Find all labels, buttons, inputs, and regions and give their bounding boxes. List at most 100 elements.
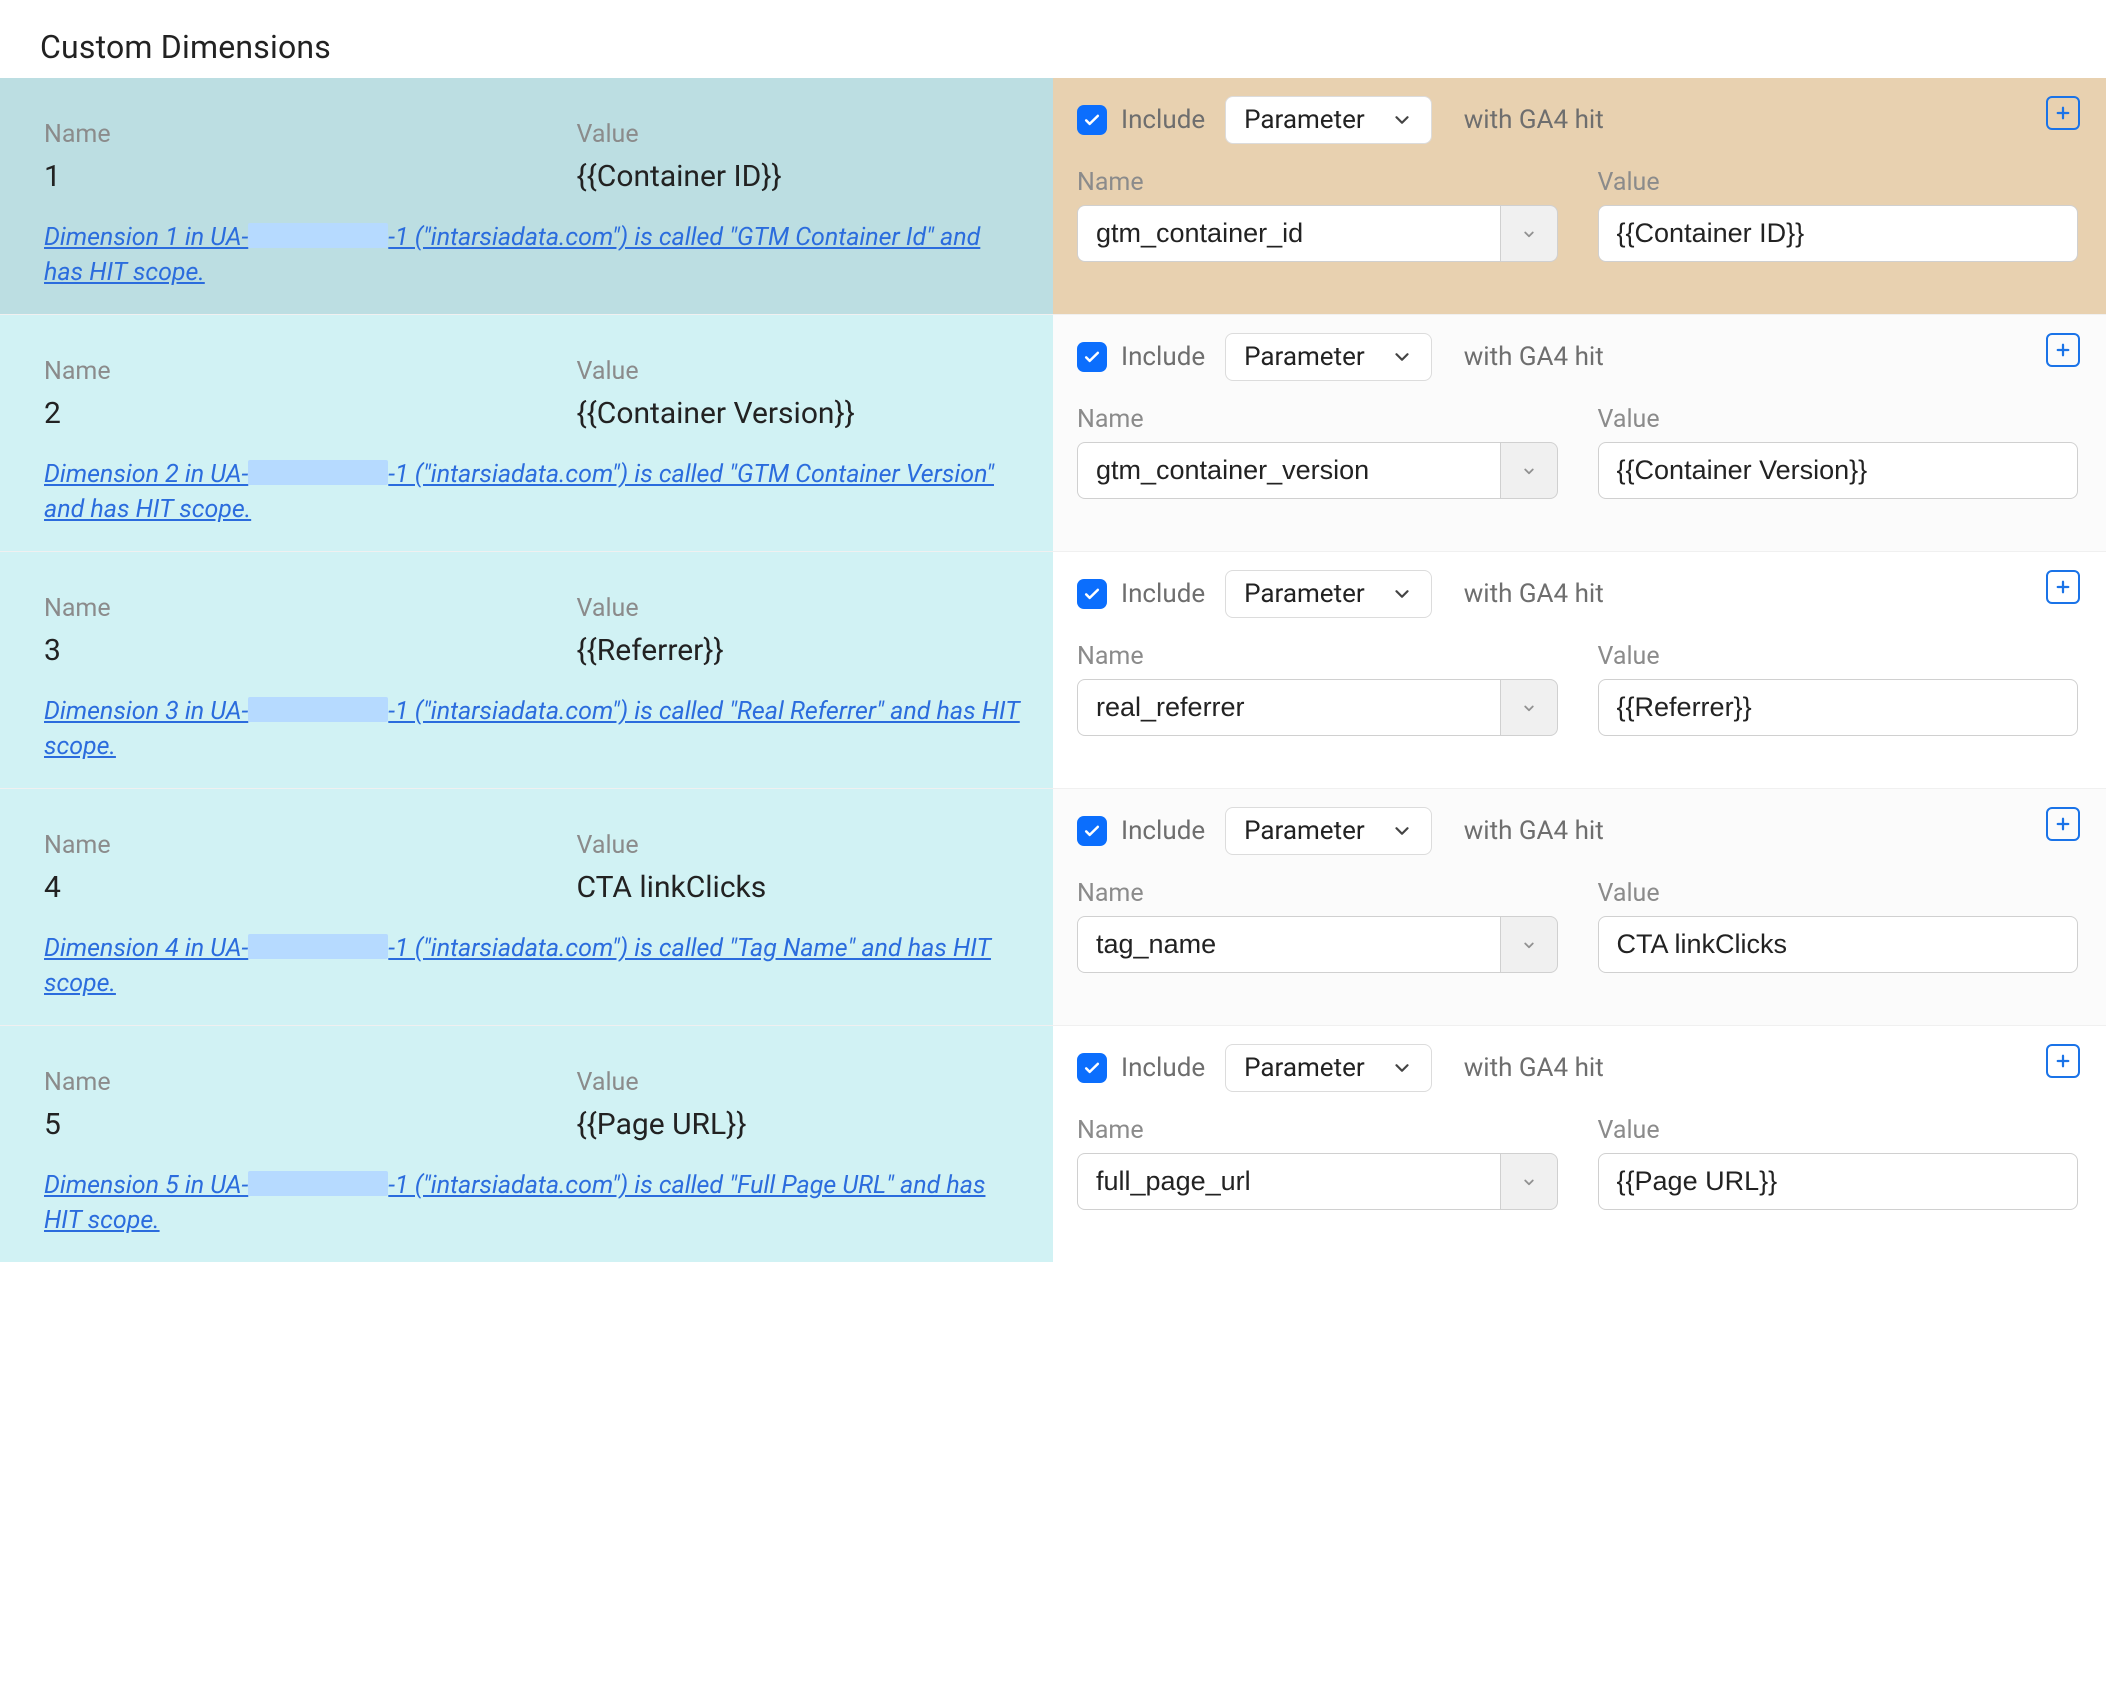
param-name-dropdown[interactable] xyxy=(1500,916,1558,973)
chevron-down-icon xyxy=(1391,583,1413,605)
left-value-value: {{Page URL}} xyxy=(577,1107,1030,1142)
param-name-input[interactable] xyxy=(1077,442,1500,499)
param-name-dropdown[interactable] xyxy=(1500,1153,1558,1210)
param-type-select[interactable]: Parameter xyxy=(1225,333,1432,381)
redacted-ua-id xyxy=(248,460,388,485)
include-checkbox[interactable] xyxy=(1077,105,1107,135)
redacted-ua-id xyxy=(248,934,388,959)
dimension-right-panel: Include Parameter with GA4 hit Name xyxy=(1053,78,2106,314)
param-type-select[interactable]: Parameter xyxy=(1225,1044,1432,1092)
right-value-label: Value xyxy=(1598,168,2079,197)
param-type-select[interactable]: Parameter xyxy=(1225,96,1432,144)
caret-down-icon xyxy=(1520,699,1538,717)
param-type-select[interactable]: Parameter xyxy=(1225,570,1432,618)
left-value-label: Value xyxy=(577,1068,1030,1097)
with-hit-label: with GA4 hit xyxy=(1464,342,1604,372)
param-type-value: Parameter xyxy=(1244,579,1365,609)
right-value-label: Value xyxy=(1598,642,2079,671)
checkmark-icon xyxy=(1082,821,1102,841)
include-checkbox[interactable] xyxy=(1077,816,1107,846)
param-type-select[interactable]: Parameter xyxy=(1225,807,1432,855)
left-name-label: Name xyxy=(44,594,537,623)
redacted-ua-id xyxy=(248,1171,388,1196)
param-name-input[interactable] xyxy=(1077,1153,1500,1210)
dimension-right-panel: Include Parameter with GA4 hit Name xyxy=(1053,552,2106,788)
desc-prefix: Dimension 5 in UA- xyxy=(44,1171,248,1200)
dimension-description-link[interactable]: Dimension 4 in UA--1 ("intarsiadata.com"… xyxy=(44,931,1024,1001)
chevron-down-icon xyxy=(1391,346,1413,368)
right-name-label: Name xyxy=(1077,405,1558,434)
left-value-label: Value xyxy=(577,120,1030,149)
chevron-down-icon xyxy=(1391,1057,1413,1079)
left-value-value: CTA linkClicks xyxy=(577,870,1030,905)
include-checkbox[interactable] xyxy=(1077,1053,1107,1083)
right-value-label: Value xyxy=(1598,405,2079,434)
dimension-description-link[interactable]: Dimension 1 in UA--1 ("intarsiadata.com"… xyxy=(44,220,1024,290)
checkmark-icon xyxy=(1082,584,1102,604)
plus-icon xyxy=(2054,1051,2072,1071)
redacted-ua-id xyxy=(248,223,388,248)
left-name-value: 4 xyxy=(44,870,537,905)
param-name-input[interactable] xyxy=(1077,205,1500,262)
param-type-value: Parameter xyxy=(1244,816,1365,846)
checkmark-icon xyxy=(1082,110,1102,130)
dimension-left-panel: Name 3 Value {{Referrer}} Dimension 3 in… xyxy=(0,552,1053,788)
right-name-label: Name xyxy=(1077,168,1558,197)
param-name-dropdown[interactable] xyxy=(1500,205,1558,262)
caret-down-icon xyxy=(1520,936,1538,954)
right-name-label: Name xyxy=(1077,1116,1558,1145)
dimension-description-link[interactable]: Dimension 2 in UA--1 ("intarsiadata.com"… xyxy=(44,457,1024,527)
dimension-left-panel: Name 5 Value {{Page URL}} Dimension 5 in… xyxy=(0,1026,1053,1262)
redacted-ua-id xyxy=(248,697,388,722)
left-name-label: Name xyxy=(44,120,537,149)
with-hit-label: with GA4 hit xyxy=(1464,105,1604,135)
param-value-input[interactable] xyxy=(1598,1153,2079,1210)
left-name-value: 2 xyxy=(44,396,537,431)
left-value-value: {{Referrer}} xyxy=(577,633,1030,668)
param-type-value: Parameter xyxy=(1244,1053,1365,1083)
page-title: Custom Dimensions xyxy=(0,0,2106,78)
left-value-value: {{Container ID}} xyxy=(577,159,1030,194)
include-checkbox[interactable] xyxy=(1077,579,1107,609)
add-row-button[interactable] xyxy=(2046,333,2080,367)
param-name-input[interactable] xyxy=(1077,679,1500,736)
right-value-label: Value xyxy=(1598,1116,2079,1145)
dimension-left-panel: Name 1 Value {{Container ID}} Dimension … xyxy=(0,78,1053,314)
plus-icon xyxy=(2054,103,2072,123)
dimension-description-link[interactable]: Dimension 5 in UA--1 ("intarsiadata.com"… xyxy=(44,1168,1024,1238)
param-name-dropdown[interactable] xyxy=(1500,679,1558,736)
param-type-value: Parameter xyxy=(1244,342,1365,372)
add-row-button[interactable] xyxy=(2046,96,2080,130)
right-name-label: Name xyxy=(1077,642,1558,671)
dimension-description-link[interactable]: Dimension 3 in UA--1 ("intarsiadata.com"… xyxy=(44,694,1024,764)
add-row-button[interactable] xyxy=(2046,570,2080,604)
chevron-down-icon xyxy=(1391,820,1413,842)
caret-down-icon xyxy=(1520,1173,1538,1191)
param-value-input[interactable] xyxy=(1598,205,2079,262)
include-label: Include xyxy=(1121,342,1205,372)
dimension-right-panel: Include Parameter with GA4 hit Name xyxy=(1053,1026,2106,1262)
with-hit-label: with GA4 hit xyxy=(1464,579,1604,609)
plus-icon xyxy=(2054,577,2072,597)
with-hit-label: with GA4 hit xyxy=(1464,816,1604,846)
include-label: Include xyxy=(1121,816,1205,846)
desc-prefix: Dimension 1 in UA- xyxy=(44,223,248,252)
param-value-input[interactable] xyxy=(1598,916,2079,973)
right-value-label: Value xyxy=(1598,879,2079,908)
desc-prefix: Dimension 2 in UA- xyxy=(44,460,248,489)
param-name-input[interactable] xyxy=(1077,916,1500,973)
param-value-input[interactable] xyxy=(1598,679,2079,736)
add-row-button[interactable] xyxy=(2046,807,2080,841)
left-name-label: Name xyxy=(44,831,537,860)
plus-icon xyxy=(2054,814,2072,834)
checkmark-icon xyxy=(1082,1058,1102,1078)
param-value-input[interactable] xyxy=(1598,442,2079,499)
add-row-button[interactable] xyxy=(2046,1044,2080,1078)
chevron-down-icon xyxy=(1391,109,1413,131)
left-name-label: Name xyxy=(44,357,537,386)
include-checkbox[interactable] xyxy=(1077,342,1107,372)
desc-prefix: Dimension 3 in UA- xyxy=(44,697,248,726)
param-name-dropdown[interactable] xyxy=(1500,442,1558,499)
left-name-label: Name xyxy=(44,1068,537,1097)
left-value-label: Value xyxy=(577,831,1030,860)
